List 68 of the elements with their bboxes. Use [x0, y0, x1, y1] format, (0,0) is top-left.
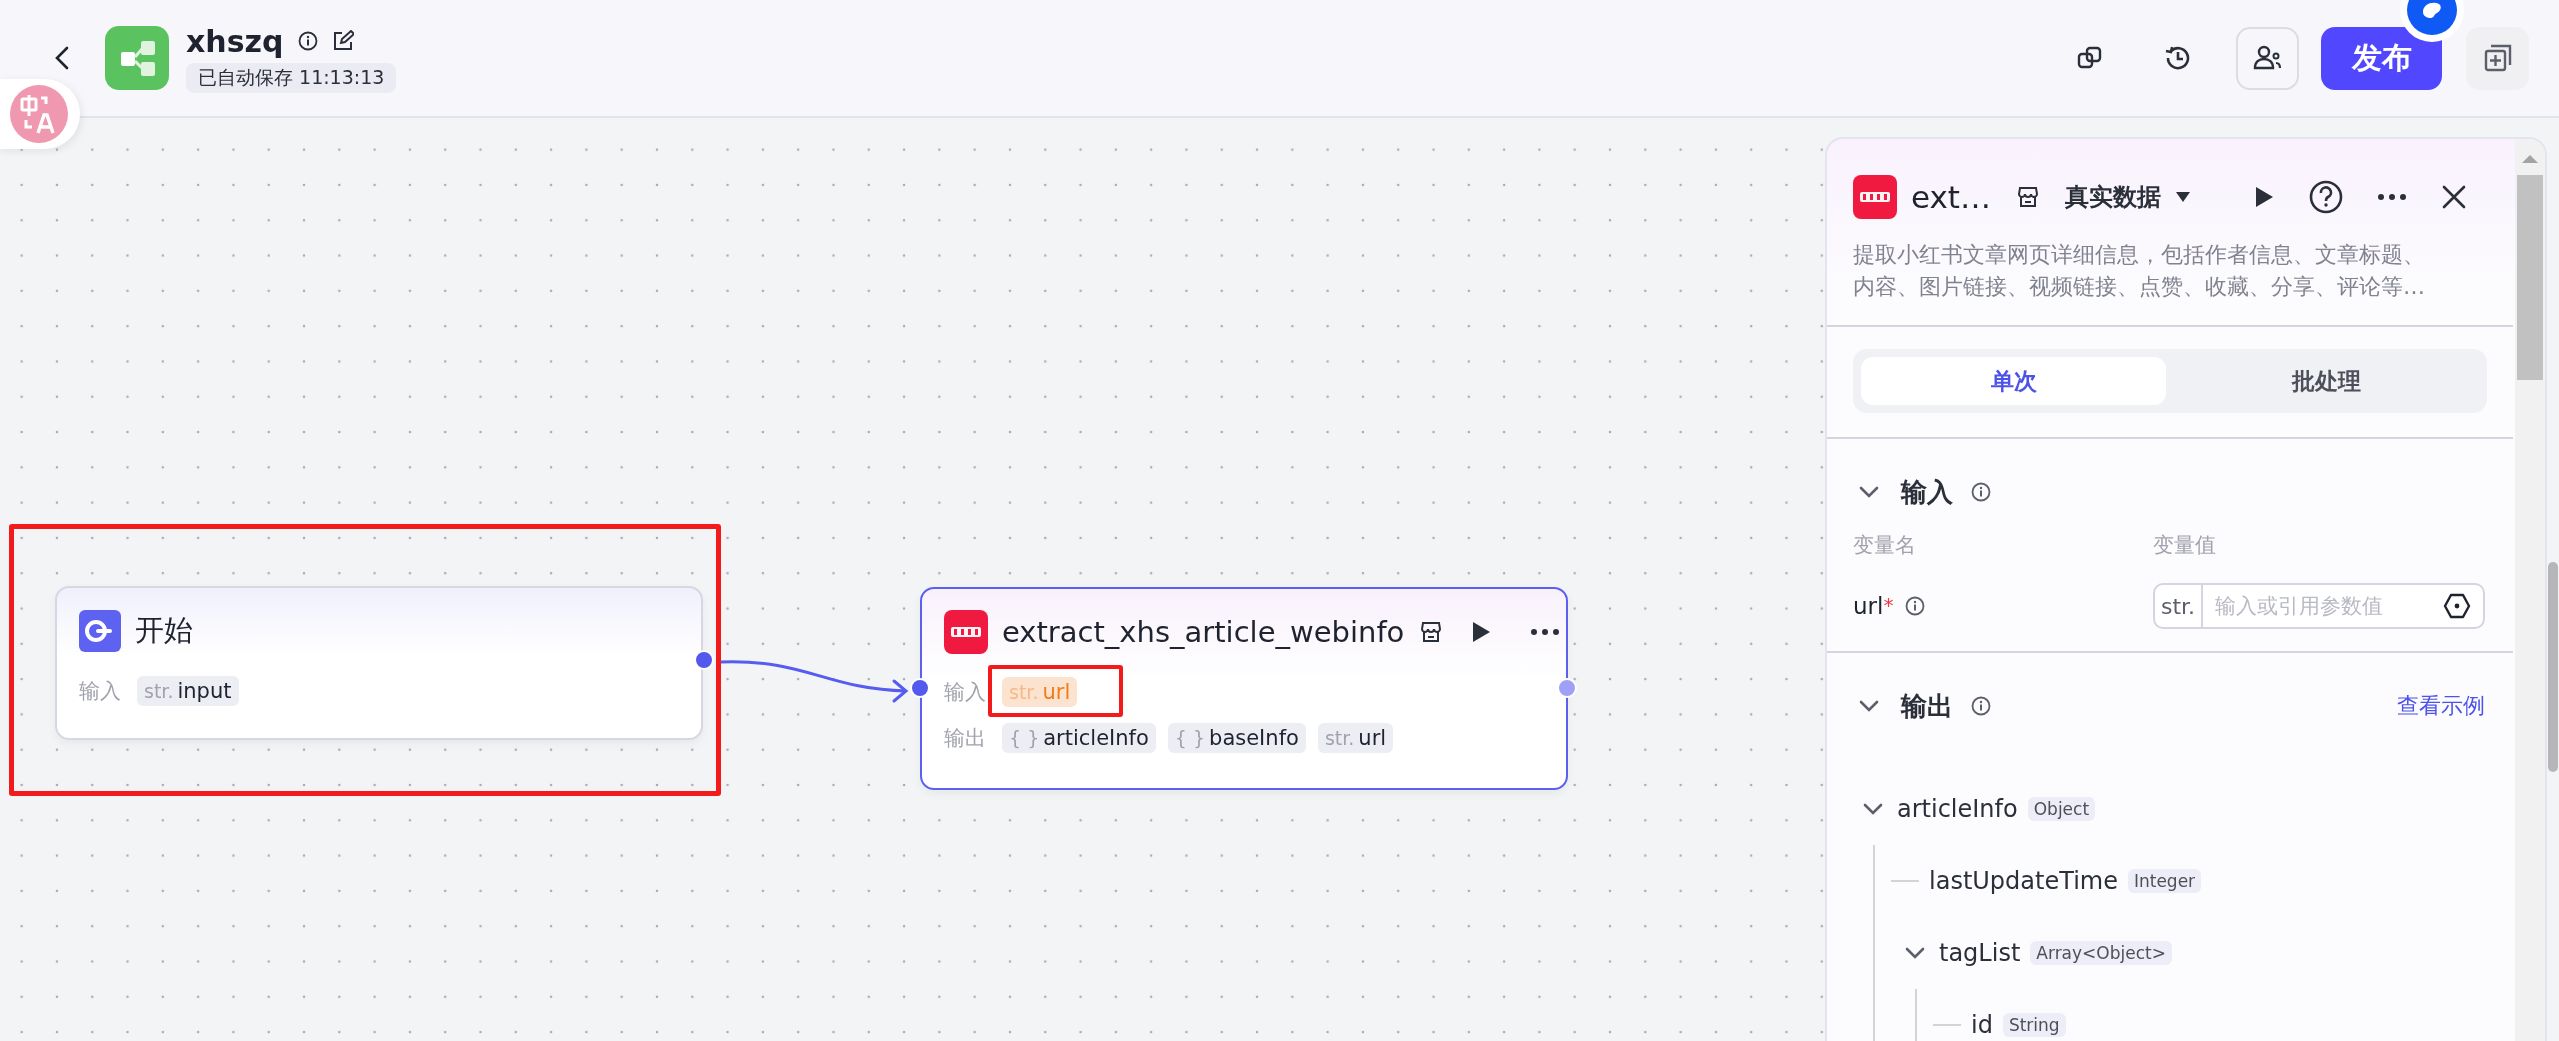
column-header: 变量值 — [2153, 532, 2217, 559]
type-badge: Object — [2027, 797, 2096, 821]
row-label: 输出 — [944, 725, 986, 752]
info-icon[interactable] — [1905, 596, 1926, 616]
workflow-title: xhszq — [186, 23, 284, 59]
plugin-description: 提取小红书文章网页详细信息，包括作者信息、文章标题、内容、图片链接、视频链接、点赞、收藏、分享、评论等… — [1827, 221, 2513, 327]
more-icon[interactable] — [2377, 193, 2408, 201]
row-label: 输入 — [944, 679, 986, 706]
scrollbar-thumb[interactable] — [2517, 175, 2543, 380]
column-header: 变量名 — [1853, 532, 1917, 559]
collaborators-button[interactable] — [2236, 26, 2299, 90]
scrollbar-thumb[interactable] — [2548, 562, 2558, 772]
info-icon[interactable] — [297, 31, 318, 51]
output-port[interactable] — [694, 650, 714, 670]
publish-button[interactable]: 发布 — [2321, 26, 2442, 90]
value-input-group[interactable]: str. 输入或引用参数值 — [2153, 583, 2485, 629]
users-icon — [2252, 45, 2283, 71]
store-icon — [2017, 186, 2040, 208]
plugin-logo-icon — [944, 610, 988, 654]
close-icon[interactable] — [2441, 184, 2468, 210]
field-name: lastUpdateTime — [1929, 867, 2118, 895]
type-badge: String — [2002, 1013, 2066, 1037]
add-document-button[interactable] — [2466, 26, 2529, 90]
store-icon — [1420, 621, 1443, 643]
section-title: 输入 — [1901, 475, 1953, 509]
chevron-down-icon[interactable] — [1905, 947, 1925, 959]
parameter-tag: str. url — [1317, 723, 1394, 753]
caret-icon — [2175, 191, 2192, 203]
type-badge: Integer — [2127, 869, 2202, 893]
node-title: extract_xhs_article_webinfo — [1002, 615, 1405, 649]
variable-name: url — [1853, 593, 1884, 619]
type-label: str. — [2155, 585, 2204, 627]
type-badge: Array<Object> — [2030, 941, 2172, 965]
workflow-icon — [105, 26, 169, 90]
variable-reference-icon[interactable] — [2443, 593, 2471, 619]
parameter-tag: str. input — [137, 676, 239, 706]
view-example-link[interactable]: 查看示例 — [2397, 691, 2485, 721]
mode-tab[interactable]: 单次 — [1861, 357, 2166, 405]
autosave-status: 已自动保存 11:13:13 — [186, 62, 397, 93]
back-icon[interactable] — [54, 45, 70, 71]
input-port[interactable] — [910, 678, 930, 698]
value-input-field[interactable]: 输入或引用参数值 — [2203, 593, 2443, 619]
plugin-logo-icon — [1853, 175, 1897, 219]
field-name: id — [1971, 1011, 1993, 1039]
panel-title: ext… — [1911, 179, 1992, 215]
data-mode-dropdown[interactable]: 真实数据 — [2065, 181, 2192, 213]
info-icon[interactable] — [1971, 696, 1991, 716]
more-icon[interactable] — [1530, 628, 1561, 636]
chevron-down-icon[interactable] — [1859, 486, 1879, 498]
row-label: 输入 — [79, 678, 121, 705]
parameter-tag: str. url — [1002, 677, 1078, 707]
required-mark: * — [1883, 593, 1894, 617]
parameter-tag: { } baseInfo — [1167, 723, 1306, 753]
parameter-tag: { } articleInfo — [1002, 723, 1156, 753]
workflow-node[interactable]: 开始 输入 str. input — [55, 586, 703, 740]
chevron-down-icon[interactable] — [1863, 803, 1883, 815]
section-title: 输出 — [1901, 689, 1953, 723]
workflow-node[interactable]: extract_xhs_article_webinfo 输入 str. url 输出 { } articleInfo { } baseInfo str. url — [920, 587, 1568, 790]
add-document-icon — [2483, 44, 2512, 72]
chevron-down-icon[interactable] — [1859, 700, 1879, 712]
info-icon[interactable] — [1971, 482, 1991, 502]
start-node-icon — [79, 610, 121, 652]
node-title: 开始 — [135, 612, 193, 649]
field-name: tagList — [1939, 939, 2021, 967]
mode-tab[interactable]: 批处理 — [2174, 357, 2479, 405]
field-name: articleInfo — [1897, 795, 2018, 823]
help-icon[interactable] — [2309, 180, 2344, 214]
edit-icon[interactable] — [331, 30, 354, 52]
